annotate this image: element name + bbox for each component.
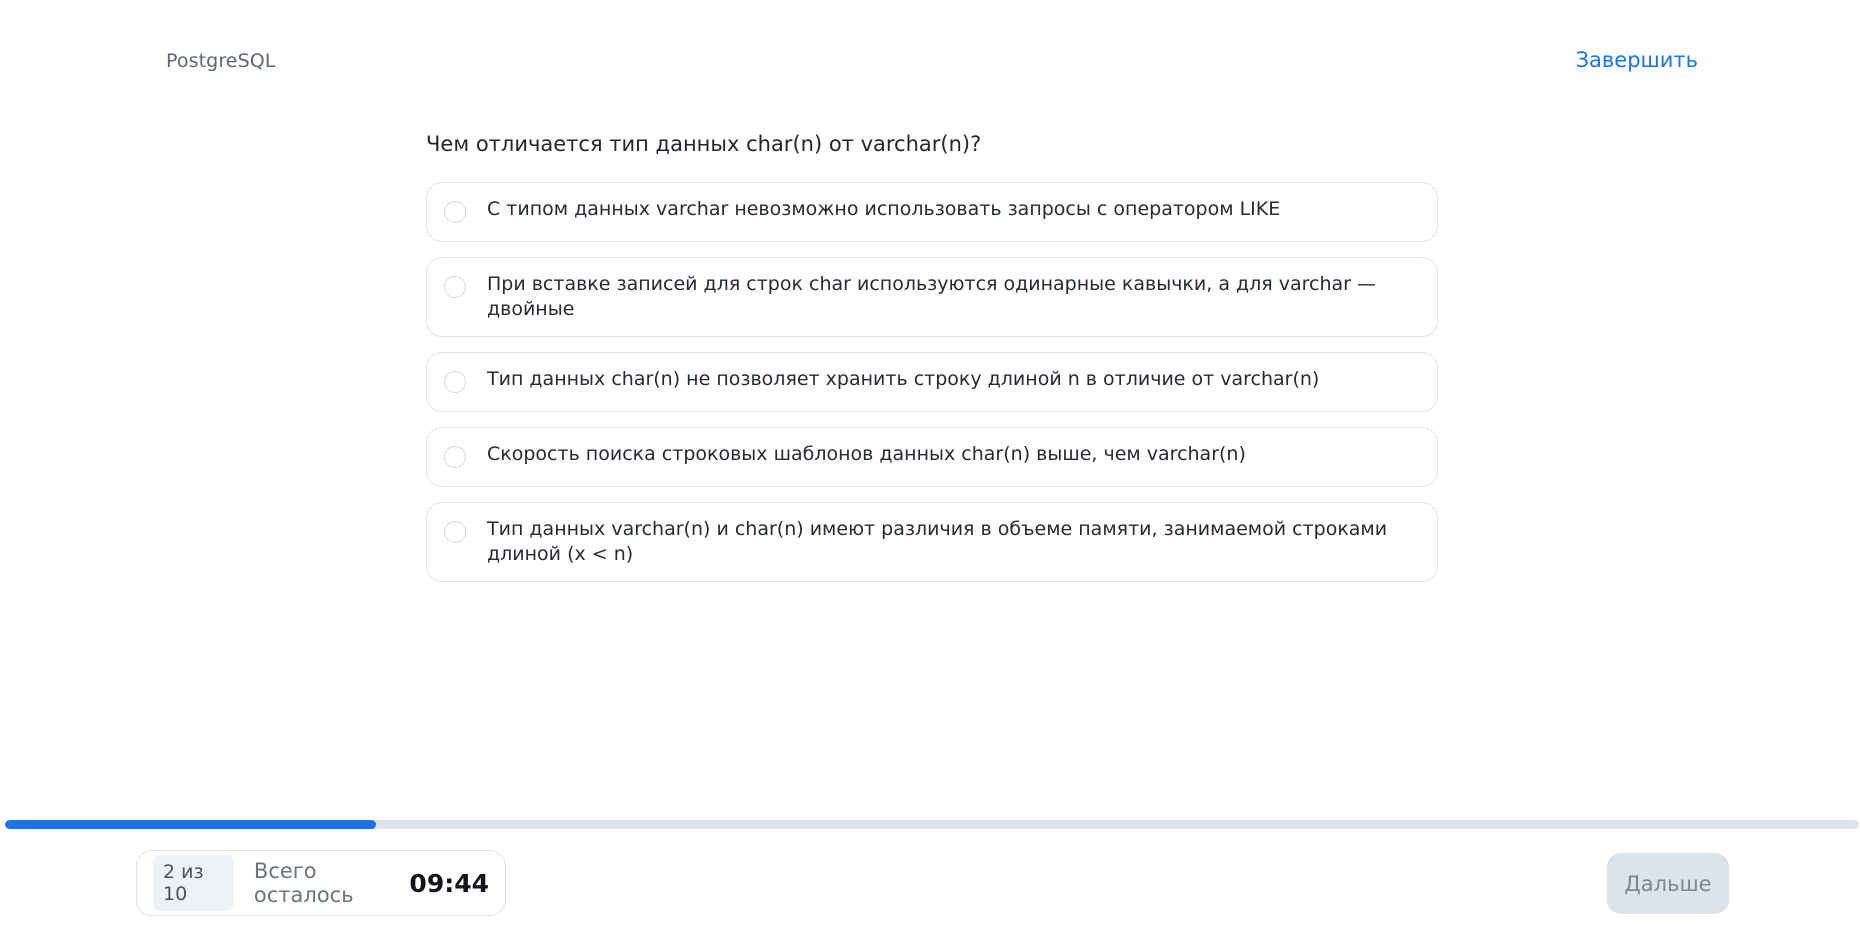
quiz-page: PostgreSQL Завершить Чем отличается тип … bbox=[0, 0, 1860, 935]
answer-option-label: При вставке записей для строк char испол… bbox=[487, 273, 1377, 320]
next-button[interactable]: Дальше bbox=[1607, 853, 1729, 914]
answer-options: С типом данных varchar невозможно исполь… bbox=[426, 182, 1438, 582]
countdown-timer: 09:44 bbox=[409, 868, 489, 898]
answer-option-4[interactable]: Скорость поиска строковых шаблонов данны… bbox=[426, 427, 1438, 487]
answer-option-1[interactable]: С типом данных varchar невозможно исполь… bbox=[426, 182, 1438, 242]
answer-option-label: Тип данных varchar(n) и char(n) имеют ра… bbox=[487, 518, 1388, 565]
question-text: Чем отличается тип данных char(n) от var… bbox=[426, 132, 982, 156]
radio-icon[interactable] bbox=[444, 201, 466, 223]
progress-bar bbox=[5, 820, 1859, 829]
answer-option-label: Скорость поиска строковых шаблонов данны… bbox=[487, 443, 1246, 465]
answer-option-label: Тип данных char(n) не позволяет хранить … bbox=[487, 368, 1320, 390]
time-remaining-label: Всего осталось bbox=[253, 859, 354, 907]
answer-option-label: С типом данных varchar невозможно исполь… bbox=[487, 198, 1281, 220]
radio-icon[interactable] bbox=[444, 371, 466, 393]
quiz-status: 2 из 10 Всего осталось 09:44 bbox=[136, 850, 506, 916]
answer-option-3[interactable]: Тип данных char(n) не позволяет хранить … bbox=[426, 352, 1438, 412]
radio-icon[interactable] bbox=[444, 521, 466, 543]
question-counter-badge: 2 из 10 bbox=[153, 855, 234, 911]
answer-option-2[interactable]: При вставке записей для строк char испол… bbox=[426, 257, 1438, 337]
finish-link[interactable]: Завершить bbox=[1576, 48, 1698, 72]
quiz-container: Чем отличается тип данных char(n) от var… bbox=[426, 128, 1438, 582]
radio-icon[interactable] bbox=[444, 276, 466, 298]
radio-icon[interactable] bbox=[444, 446, 466, 468]
answer-option-5[interactable]: Тип данных varchar(n) и char(n) имеют ра… bbox=[426, 502, 1438, 582]
course-title: PostgreSQL bbox=[166, 50, 276, 72]
progress-bar-fill bbox=[5, 820, 376, 829]
